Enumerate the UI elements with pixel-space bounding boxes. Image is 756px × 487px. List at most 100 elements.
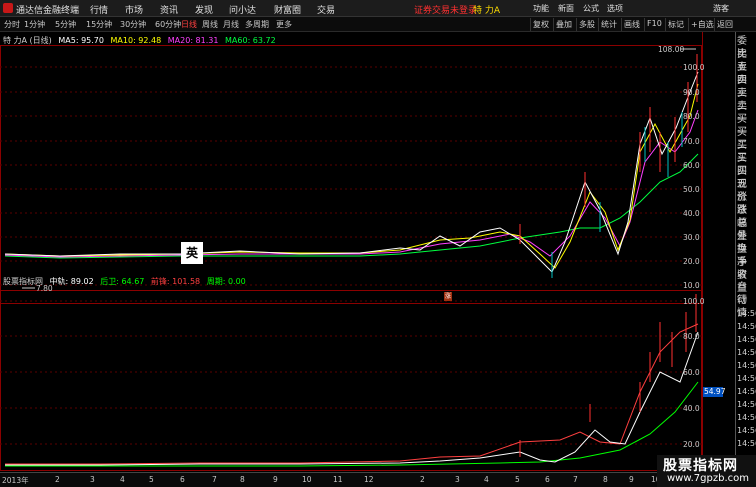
- legend-ma5: MA5: 95.70: [58, 36, 104, 45]
- ma5-line: [4, 71, 699, 273]
- tab-daily[interactable]: 日线: [181, 19, 197, 30]
- price-label-80: 80.0: [683, 112, 700, 121]
- legend-ma60: MA60: 63.72: [225, 36, 276, 45]
- quote-side-panel: 委比 卖五 卖四 卖三 卖二 卖一 买一 买二 买三 买四 买五 现价 涨跌 涨…: [735, 32, 756, 472]
- ind-label-40: 40.0: [683, 404, 700, 413]
- axis-month: 2: [55, 475, 60, 484]
- axis-month: 4: [120, 475, 125, 484]
- tool-huaxian[interactable]: 画线: [621, 18, 642, 31]
- rear-line: [5, 381, 699, 467]
- candles-down: [551, 112, 683, 278]
- menu-shichang[interactable]: 市场: [125, 3, 143, 16]
- axis-month: 9: [629, 475, 634, 484]
- legend-period: 周期: 0.00: [206, 277, 246, 286]
- time-axis: 2013年 2 3 4 5 6 7 8 9 10 11 12 2 3 4 5 6…: [0, 472, 735, 487]
- axis-month: 4: [484, 475, 489, 484]
- mid-line: [5, 331, 699, 466]
- tab-more[interactable]: 更多: [276, 19, 292, 30]
- menu-zixun[interactable]: 资讯: [160, 3, 178, 16]
- axis-month: 8: [603, 475, 608, 484]
- legend-ma20: MA20: 81.31: [167, 36, 219, 45]
- period-tab-bar: 分时 1分钟 5分钟 15分钟 30分钟 60分钟 日线 周线 月线 多周期 更…: [0, 17, 756, 32]
- rp-time: 14:56: [737, 374, 756, 383]
- tool-diejia[interactable]: 叠加: [553, 18, 574, 31]
- menu-xinmian[interactable]: 新面: [558, 3, 574, 14]
- menu-hangqing[interactable]: 行情: [90, 3, 108, 16]
- price-label-50: 50.0: [683, 185, 700, 194]
- axis-month: 5: [149, 475, 154, 484]
- site-watermark: 股票指标网 www.7gpzb.com: [657, 455, 756, 487]
- axis-month: 2: [420, 475, 425, 484]
- axis-month: 8: [240, 475, 245, 484]
- tool-back[interactable]: 返回: [714, 18, 735, 31]
- main-legend: 特 力A (日线) MA5: 95.70 MA10: 92.48 MA20: 8…: [3, 35, 280, 46]
- ind-label-60: 60.0: [683, 368, 700, 377]
- main-grid: [0, 66, 702, 286]
- menu-youke[interactable]: 游客: [713, 3, 729, 14]
- legend-front: 前锋: 101.58: [150, 277, 201, 286]
- menu-xuanxiang[interactable]: 选项: [607, 3, 623, 14]
- legend-stock: 特 力A (日线): [3, 36, 52, 45]
- ind-label-20: 20.0: [683, 440, 700, 449]
- ma20-line: [4, 109, 699, 258]
- menu-faxian[interactable]: 发现: [195, 3, 213, 16]
- indicator-grid: [0, 300, 702, 445]
- price-label-10: 10.0: [683, 281, 700, 290]
- axis-month: 6: [545, 475, 550, 484]
- tool-tongji[interactable]: 统计: [598, 18, 619, 31]
- axis-month: 9: [273, 475, 278, 484]
- menu-jiaoyi[interactable]: 交易: [317, 3, 335, 16]
- high-price-marker: 108.00: [658, 45, 685, 54]
- tab-fenshi[interactable]: 分时: [4, 19, 20, 30]
- tool-biaoji[interactable]: 标记: [665, 18, 686, 31]
- menu-wenxiaoda[interactable]: 问小达: [229, 3, 256, 16]
- menu-gongneng[interactable]: 功能: [533, 3, 549, 14]
- legend-ma10: MA10: 92.48: [110, 36, 162, 45]
- zhang-marker: 涨: [444, 292, 452, 301]
- axis-month: 7: [212, 475, 217, 484]
- rp-time: 14:56: [737, 413, 756, 422]
- chart-area[interactable]: 特 力A (日线) MA5: 95.70 MA10: 92.48 MA20: 8…: [0, 32, 725, 472]
- tab-15min[interactable]: 15分钟: [86, 19, 112, 30]
- app-logo-icon: [3, 3, 13, 13]
- menu-caifuquan[interactable]: 财富圈: [274, 3, 301, 16]
- axis-year: 2013年: [2, 476, 29, 485]
- price-label-20: 20.0: [683, 257, 700, 266]
- axis-month: 6: [180, 475, 185, 484]
- tab-multi-period[interactable]: 多周期: [245, 19, 269, 30]
- rp-time: 14:56: [737, 400, 756, 409]
- tab-1min[interactable]: 1分钟: [24, 19, 45, 30]
- axis-month: 11: [333, 475, 343, 484]
- axis-month: 3: [90, 475, 95, 484]
- tab-monthly[interactable]: 月线: [223, 19, 239, 30]
- rp-time: 14:56: [737, 361, 756, 370]
- tab-weekly[interactable]: 周线: [202, 19, 218, 30]
- login-warning[interactable]: 证券交易未登录: [414, 3, 477, 16]
- tab-60min[interactable]: 60分钟: [155, 19, 181, 30]
- rp-time: 14:56: [737, 309, 756, 318]
- app-title: 通达信金融终端: [16, 6, 80, 16]
- menu-bar: 通达信金融终端 行情 市场 资讯 发现 问小达 财富圈 交易 证券交易未登录 特…: [0, 0, 756, 17]
- tool-fuquan[interactable]: 复权: [530, 18, 551, 31]
- rp-time: 14:56: [737, 335, 756, 344]
- axis-month: 5: [515, 475, 520, 484]
- watermark-url: www.7gpzb.com: [667, 473, 749, 484]
- price-label-60: 60.0: [683, 161, 700, 170]
- ind-current-value: 54.97: [704, 387, 726, 396]
- axis-month: 7: [573, 475, 578, 484]
- menu-gongshi[interactable]: 公式: [583, 3, 599, 14]
- tool-duogu[interactable]: 多股: [576, 18, 597, 31]
- price-label-70: 70.0: [683, 137, 700, 146]
- rp-time: 14:56: [737, 322, 756, 331]
- ind-label-100: 100.0: [683, 297, 705, 306]
- rp-time: 14:56: [737, 348, 756, 357]
- axis-month: 12: [364, 475, 374, 484]
- tool-f10[interactable]: F10: [644, 18, 664, 31]
- kline-plot[interactable]: [0, 32, 735, 472]
- price-label-40: 40.0: [683, 209, 700, 218]
- tab-5min[interactable]: 5分钟: [55, 19, 76, 30]
- tool-add-favorite[interactable]: +自选: [688, 18, 716, 31]
- ying-label: 英: [181, 242, 203, 264]
- tab-30min[interactable]: 30分钟: [120, 19, 146, 30]
- stock-name-title: 特 力A: [473, 6, 501, 16]
